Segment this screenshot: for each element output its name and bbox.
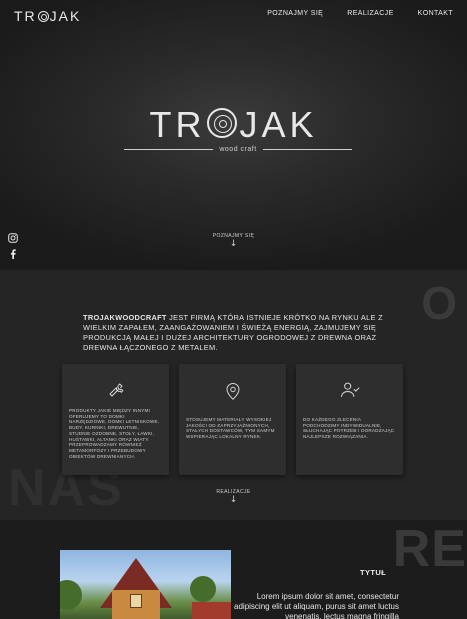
log-ring-icon bbox=[207, 108, 238, 138]
tagline-divider bbox=[262, 149, 353, 150]
about-text: TROJAKWOODCRAFT JEST FIRMĄ KTÓRA ISTNIEJ… bbox=[83, 313, 383, 353]
project-title: TYTUŁ bbox=[360, 568, 387, 577]
user-check-icon bbox=[296, 381, 403, 403]
about-bg-letter: O bbox=[421, 277, 457, 329]
arrow-down-icon: ↓ bbox=[229, 239, 238, 249]
tagline-divider bbox=[124, 149, 214, 150]
hero-logo: TR JAK bbox=[0, 104, 467, 146]
hero-logo-left: TR bbox=[149, 104, 206, 145]
header-logo[interactable]: TR JAK bbox=[14, 8, 81, 24]
hero-logo-right: JAK bbox=[239, 104, 318, 145]
main-nav: POZNAJMY SIĘ REALIZACJE KONTAKT bbox=[267, 10, 453, 17]
nav-link-kontakt[interactable]: KONTAKT bbox=[418, 10, 453, 17]
feature-card: STOSUJEMY MATERIAŁY WYSOKIEJ JAKOŚCI OD … bbox=[179, 364, 286, 475]
wrench-icon bbox=[62, 381, 169, 403]
tagline-text: wood craft bbox=[219, 146, 257, 153]
log-ring-icon bbox=[37, 11, 49, 22]
feature-card-text: PRODUKTY JAKIE MIĘDZY INNYMI OFERUJEMY T… bbox=[69, 408, 160, 459]
feature-card-text: DO KAŻDEGO ZLECENIA PODCHODZIMY INDYWIDU… bbox=[303, 417, 395, 440]
neighbor-roof bbox=[192, 602, 231, 619]
hero-tagline: wood craft bbox=[124, 146, 353, 153]
location-pin-icon bbox=[179, 381, 286, 405]
cabin-window bbox=[130, 594, 142, 608]
feature-cards: PRODUKTY JAKIE MIĘDZY INNYMI OFERUJEMY T… bbox=[62, 364, 403, 475]
projects-bg-word: RE bbox=[392, 520, 467, 578]
arrow-down-icon: ↓ bbox=[229, 495, 238, 505]
feature-card: PRODUKTY JAKIE MIĘDZY INNYMI OFERUJEMY T… bbox=[62, 364, 169, 475]
tree-shape bbox=[60, 580, 82, 610]
nav-link-poznajmy-sie[interactable]: POZNAJMY SIĘ bbox=[267, 10, 323, 17]
project-photo[interactable] bbox=[60, 550, 231, 619]
feature-card: DO KAŻDEGO ZLECENIA PODCHODZIMY INDYWIDU… bbox=[296, 364, 403, 475]
project-description: Lorem ipsum dolor sit amet, consectetur … bbox=[234, 592, 399, 619]
page: TR JAK POZNAJMY SIĘ REALIZACJE KONTAKT TR… bbox=[0, 0, 467, 619]
scroll-down-link[interactable]: POZNAJMY SIĘ ↓ bbox=[0, 233, 467, 249]
tree-shape bbox=[190, 576, 216, 602]
about-brand: TROJAKWOODCRAFT bbox=[83, 313, 167, 322]
nav-link-realizacje[interactable]: REALIZACJE bbox=[347, 10, 393, 17]
hero-section: TR JAK POZNAJMY SIĘ REALIZACJE KONTAKT TR… bbox=[0, 0, 467, 270]
feature-card-text: STOSUJEMY MATERIAŁY WYSOKIEJ JAKOŚCI OD … bbox=[186, 417, 275, 440]
scroll-to-projects-link[interactable]: REALIZACJE ↓ bbox=[0, 489, 467, 505]
